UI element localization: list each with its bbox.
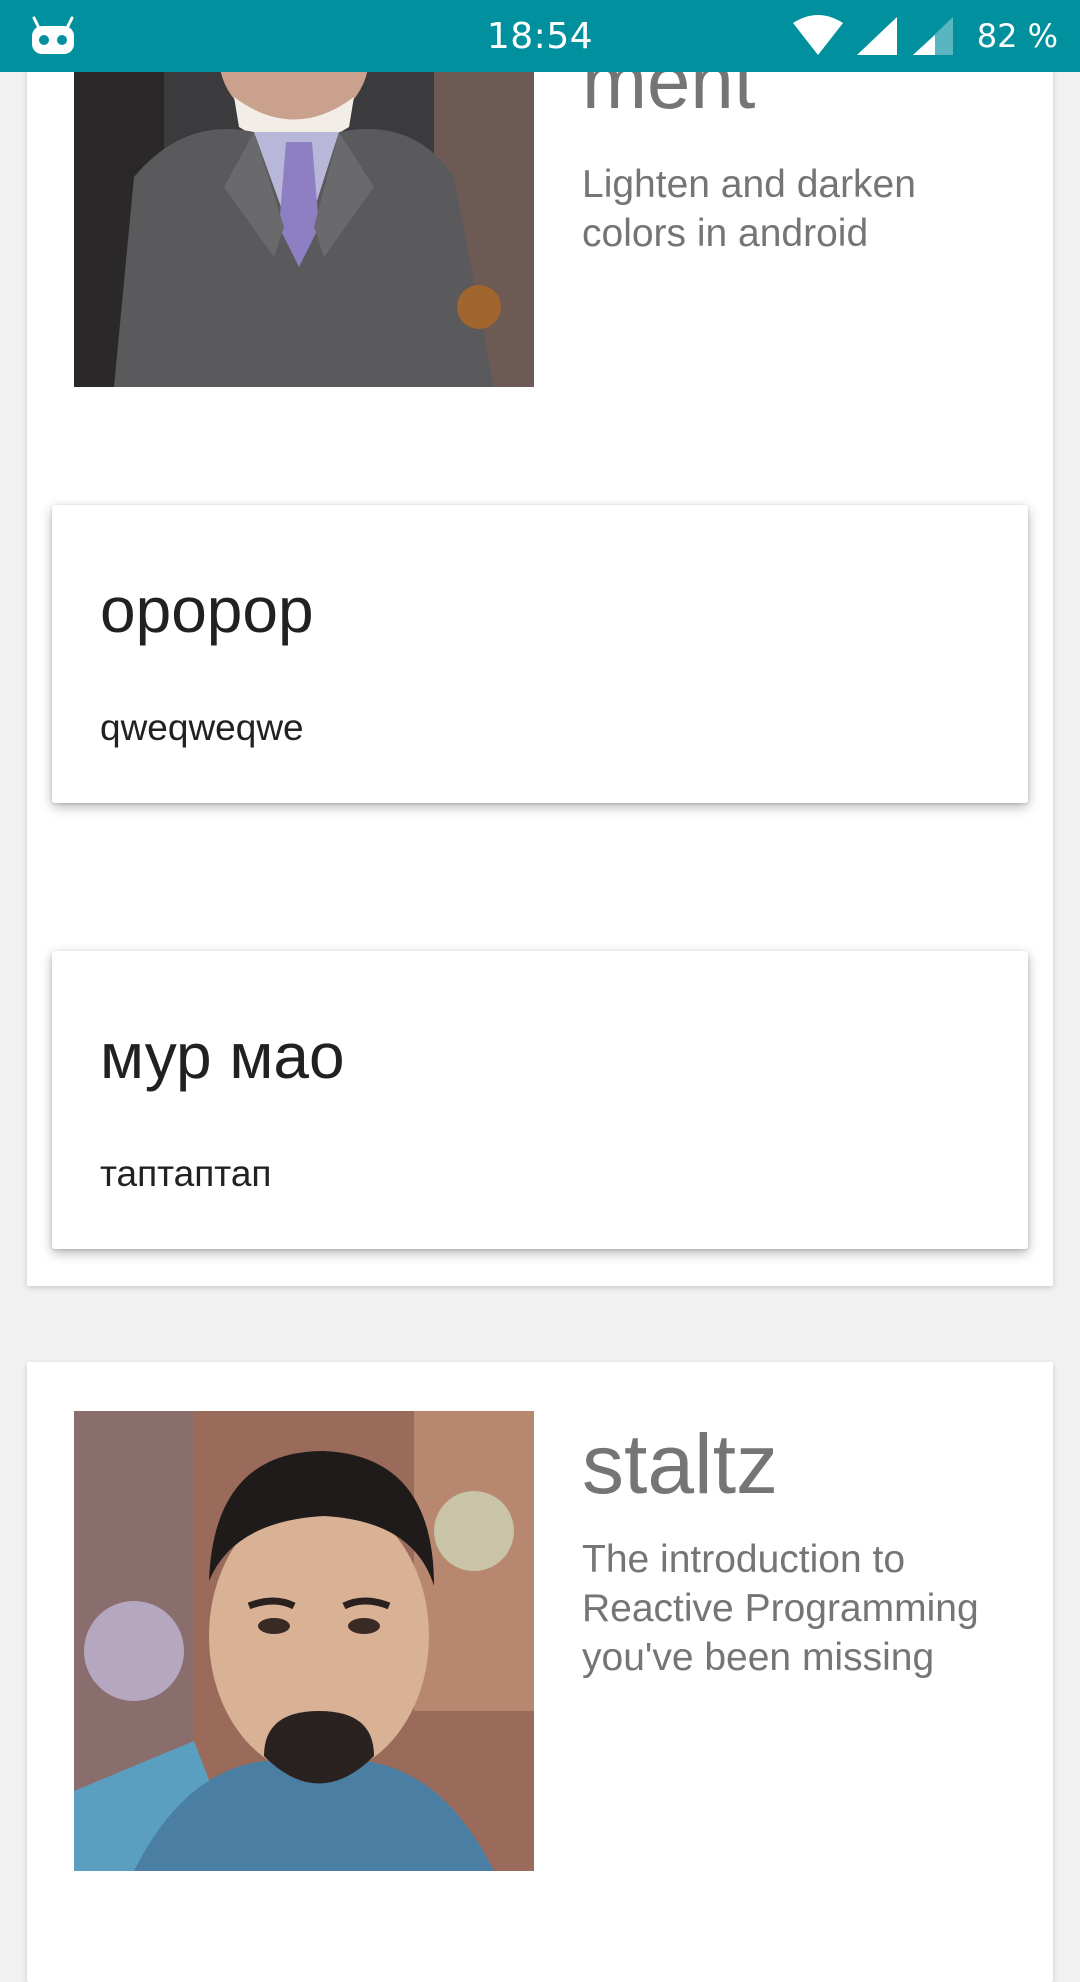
- comment-card[interactable]: мур мао таптаптап: [52, 951, 1028, 1249]
- comment-body: qweqweqwe: [100, 707, 304, 748]
- wifi-icon: [791, 15, 845, 57]
- battery-percentage: 82 %: [976, 17, 1058, 55]
- comment-body: таптаптап: [100, 1153, 272, 1194]
- comment-title: opopop: [100, 574, 314, 646]
- cell-signal-secondary-icon: [911, 15, 955, 57]
- cell-signal-icon: [855, 15, 899, 57]
- status-bar: 18:54 82 %: [0, 0, 1080, 72]
- author-name: staltz: [582, 1417, 779, 1511]
- author-avatar[interactable]: [74, 1411, 534, 1871]
- article-title: The introduction to Reactive Programming…: [582, 1538, 979, 1679]
- status-indicators: 82 %: [791, 0, 1058, 72]
- comment-card[interactable]: opopop qweqweqwe: [52, 505, 1028, 803]
- article-card[interactable]: ment Lighten and darken colors in androi…: [27, 0, 1053, 1286]
- comment-title: мур мао: [100, 1020, 345, 1092]
- article-title: Lighten and darken colors in android: [582, 163, 916, 255]
